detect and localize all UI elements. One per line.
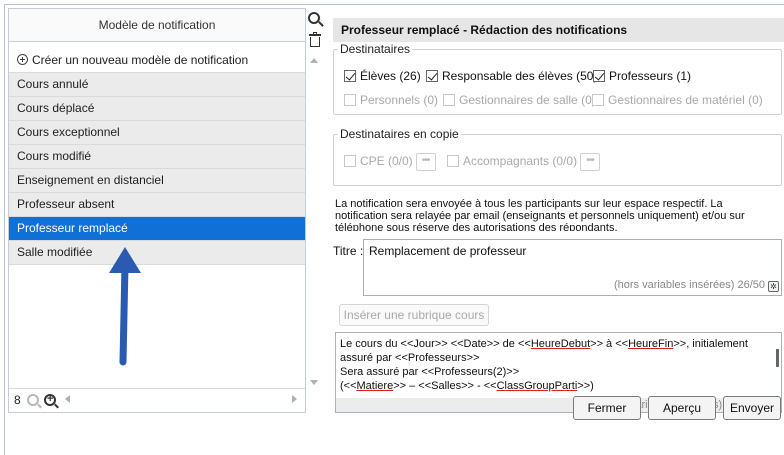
template-item-professeur-remplace[interactable]: Professeur remplacé bbox=[9, 217, 305, 241]
checkbox-professeurs[interactable]: Professeurs (1) bbox=[593, 69, 691, 83]
message-body-line: Le cours du <<Jour>> <<Date>> de <<Heure… bbox=[340, 338, 748, 350]
checkbox-responsables[interactable]: Responsable des élèves (50) bbox=[426, 69, 597, 83]
plus-circle-icon bbox=[17, 54, 28, 65]
body-scrollbar[interactable] bbox=[776, 349, 779, 367]
message-body-line: Sera assuré par <<Professeurs(2)>> bbox=[340, 366, 520, 378]
checkbox-gestionnaires-salle: Gestionnaires de salle (0) bbox=[443, 93, 596, 107]
template-list: Créer un nouveau modèle de notification … bbox=[9, 49, 305, 265]
template-item-professeur-absent[interactable]: Professeur absent bbox=[9, 193, 305, 217]
template-list-panel: Modèle de notification Créer un nouveau … bbox=[8, 8, 306, 413]
search-icon[interactable] bbox=[308, 12, 320, 24]
scroll-right-arrow-icon[interactable] bbox=[292, 395, 297, 403]
trash-icon[interactable] bbox=[309, 32, 321, 47]
template-item-salle-modifiee[interactable]: Salle modifiée bbox=[9, 241, 305, 265]
template-item-cours-modifie[interactable]: Cours modifié bbox=[9, 145, 305, 169]
recipients-legend: Destinataires bbox=[338, 42, 413, 56]
title-input[interactable]: Remplacement de professeur (hors variabl… bbox=[363, 239, 782, 296]
info-text: La notification sera envoyée à tous les … bbox=[335, 198, 745, 231]
scroll-down-arrow-icon[interactable] bbox=[310, 380, 318, 385]
title-char-count: (hors variables insérées) 26/50 bbox=[613, 279, 765, 291]
gear-icon[interactable]: ✲ bbox=[768, 281, 779, 292]
template-item-cours-deplace[interactable]: Cours déplacé bbox=[9, 97, 305, 121]
accompagnants-more-button: ••• bbox=[580, 153, 601, 171]
zoom-in-icon[interactable]: + bbox=[44, 393, 56, 406]
checkbox-personnels: Personnels (0) bbox=[344, 93, 438, 107]
copy-recipients-group: Destinataires en copie CPE (0/0) ••• Acco… bbox=[333, 127, 782, 186]
editor-title: Professeur remplacé - Rédaction des noti… bbox=[333, 18, 784, 42]
zoom-out-icon[interactable] bbox=[27, 394, 39, 406]
checkbox-cpe: CPE (0/0) ••• bbox=[344, 153, 436, 171]
close-button[interactable]: Fermer bbox=[573, 396, 641, 420]
send-button[interactable]: Envoyer bbox=[723, 396, 781, 420]
copy-recipients-legend: Destinataires en copie bbox=[338, 127, 461, 141]
message-body-line: assuré par <<Professeurs>> bbox=[340, 352, 480, 364]
create-template-button[interactable]: Créer un nouveau modèle de notification bbox=[9, 49, 305, 73]
template-item-cours-exceptionnel[interactable]: Cours exceptionnel bbox=[9, 121, 305, 145]
checkbox-gestionnaires-materiel: Gestionnaires de matériel (0) bbox=[592, 93, 763, 107]
notification-editor: Professeur remplacé - Rédaction des noti… bbox=[333, 18, 784, 455]
preview-button[interactable]: Aperçu bbox=[648, 396, 716, 420]
template-item-cours-annule[interactable]: Cours annulé bbox=[9, 73, 305, 97]
title-label: Titre : bbox=[333, 244, 364, 258]
cpe-more-button: ••• bbox=[415, 153, 436, 171]
checkbox-eleves[interactable]: Élèves (26) bbox=[344, 69, 421, 83]
scroll-left-arrow-icon[interactable] bbox=[65, 395, 70, 403]
message-body-line: (<<Matiere>> – <<Salles>> - <<ClassGroup… bbox=[340, 380, 594, 392]
insert-course-field-button: Insérer une rubrique cours bbox=[339, 304, 489, 326]
title-value: Remplacement de professeur bbox=[369, 244, 527, 258]
zoom-level: 8 bbox=[14, 393, 21, 407]
message-body-text: Le cours du <<Jour>> <<Date>> de <<Heure… bbox=[340, 337, 760, 393]
recipients-group: Destinataires Élèves (26) Responsable de… bbox=[333, 42, 782, 115]
create-template-label: Créer un nouveau modèle de notification bbox=[32, 53, 249, 67]
list-footer: 8 + bbox=[9, 388, 305, 412]
annotation-arrow bbox=[109, 247, 141, 366]
scroll-up-arrow-icon[interactable] bbox=[310, 58, 318, 63]
template-list-header: Modèle de notification bbox=[9, 9, 305, 42]
checkbox-accompagnants: Accompagnants (0/0) ••• bbox=[447, 153, 601, 171]
template-item-enseignement-distanciel[interactable]: Enseignement en distanciel bbox=[9, 169, 305, 193]
